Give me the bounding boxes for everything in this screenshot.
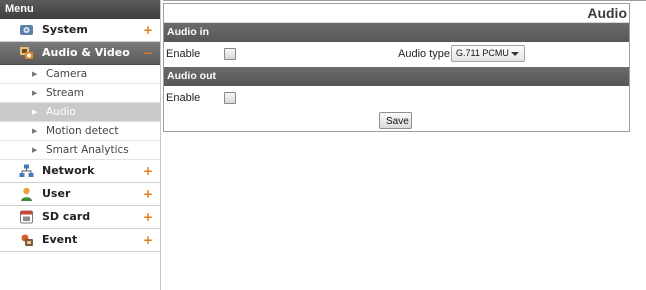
chevron-down-icon <box>511 52 519 56</box>
audio-in-enable-checkbox[interactable] <box>224 48 236 60</box>
user-icon <box>19 187 34 201</box>
sidebar-item-label: Event <box>42 233 78 246</box>
chevron-right-icon: ▶ <box>32 127 38 135</box>
sidebar-subitem-label: Stream <box>46 87 84 99</box>
network-icon <box>19 164 34 178</box>
sidebar-subitem-smart-analytics[interactable]: ▶ Smart Analytics <box>0 141 160 160</box>
system-gear-icon <box>19 23 34 37</box>
chevron-right-icon: ▶ <box>32 89 38 97</box>
collapse-minus-icon[interactable]: − <box>142 42 154 64</box>
sidebar-subitem-camera[interactable]: ▶ Camera <box>0 65 160 84</box>
sidebar-subitem-motion-detect[interactable]: ▶ Motion detect <box>0 122 160 141</box>
sidebar-item-system[interactable]: System + <box>0 19 160 42</box>
expand-plus-icon[interactable]: + <box>142 160 154 182</box>
sidebar-subitem-stream[interactable]: ▶ Stream <box>0 84 160 103</box>
page-title: Audio <box>164 4 629 23</box>
chevron-right-icon: ▶ <box>32 146 38 154</box>
audio-type-value: G.711 PCMU <box>456 48 509 58</box>
audio-out-enable-checkbox[interactable] <box>224 92 236 104</box>
audio-video-icon <box>19 46 34 60</box>
sidebar-item-label: Audio & Video <box>42 46 130 59</box>
expand-plus-icon[interactable]: + <box>142 229 154 251</box>
audio-in-enable-label: Enable <box>166 48 201 60</box>
expand-plus-icon[interactable]: + <box>142 183 154 205</box>
sidebar-item-event[interactable]: Event + <box>0 229 160 252</box>
save-button[interactable]: Save <box>379 112 412 129</box>
sidebar-item-label: User <box>42 187 71 200</box>
section-header-audio-in: Audio in <box>164 23 629 42</box>
chevron-right-icon: ▶ <box>32 70 38 78</box>
sidebar-subitem-label: Motion detect <box>46 125 119 137</box>
audio-type-select[interactable]: G.711 PCMU <box>451 45 525 62</box>
sidebar-subitem-label: Audio <box>46 106 76 118</box>
event-icon <box>19 233 34 247</box>
audio-out-enable-label: Enable <box>166 92 201 104</box>
sd-card-icon <box>19 210 34 224</box>
sidebar-item-audio-video[interactable]: Audio & Video − <box>0 42 160 65</box>
menu-header: Menu <box>0 0 160 19</box>
save-row: Save <box>164 111 629 133</box>
audio-in-row: Enable Audio type G.711 PCMU <box>164 42 629 67</box>
sidebar-item-label: System <box>42 23 88 36</box>
audio-settings-panel: Audio Audio in Enable Audio type G.711 P… <box>163 3 630 132</box>
chevron-right-icon: ▶ <box>32 108 38 116</box>
sidebar-subitem-audio[interactable]: ▶ Audio <box>0 103 160 122</box>
sidebar-subitem-label: Camera <box>46 68 88 80</box>
sidebar-item-label: Network <box>42 164 95 177</box>
sidebar-item-network[interactable]: Network + <box>0 160 160 183</box>
expand-plus-icon[interactable]: + <box>142 206 154 228</box>
sidebar-item-user[interactable]: User + <box>0 183 160 206</box>
sidebar-subitem-label: Smart Analytics <box>46 144 129 156</box>
sidebar-menu: Menu System + Audio & Video − ▶ Camera ▶… <box>0 0 161 290</box>
sidebar-item-sd-card[interactable]: SD card + <box>0 206 160 229</box>
sidebar-item-label: SD card <box>42 210 91 223</box>
section-header-audio-out: Audio out <box>164 67 629 86</box>
audio-out-row: Enable <box>164 86 629 111</box>
expand-plus-icon[interactable]: + <box>142 19 154 41</box>
top-border <box>163 0 646 1</box>
audio-type-label: Audio type <box>398 48 450 60</box>
